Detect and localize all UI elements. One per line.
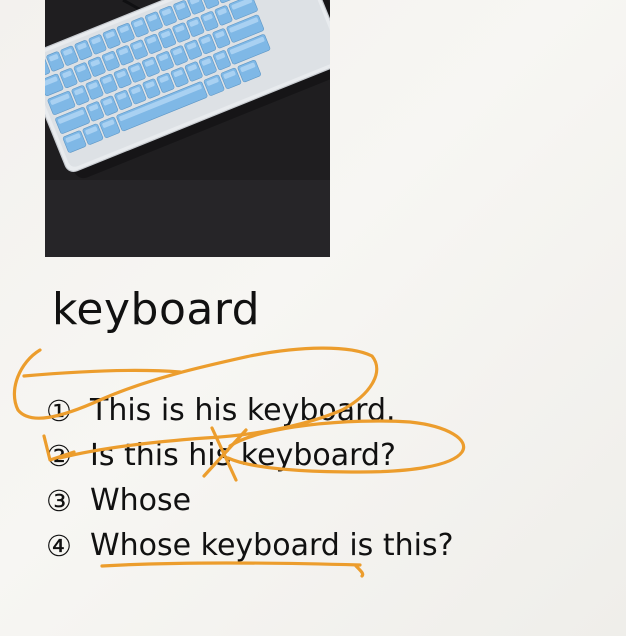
slide: keyboard ① This is his keyboard. ② Is th… <box>0 0 626 636</box>
example-sentence-3: ③ Whose <box>46 478 454 523</box>
example-sentence-list: ① This is his keyboard. ② Is this his ke… <box>46 388 454 568</box>
sentence-text: Is this his keyboard? <box>90 438 396 473</box>
keyboard-illustration <box>45 0 330 257</box>
sentence-text: Whose <box>90 483 192 518</box>
vocabulary-word: keyboard <box>52 284 261 335</box>
sentence-number: ④ <box>46 528 72 563</box>
sentence-number: ② <box>46 438 72 473</box>
sentence-text: This is his keyboard. <box>90 393 396 428</box>
sentence-number: ① <box>46 393 72 428</box>
sentence-text: Whose keyboard is this? <box>90 528 454 563</box>
example-sentence-2: ② Is this his keyboard? <box>46 433 454 478</box>
annotation-scribble <box>22 368 182 378</box>
example-sentence-4: ④ Whose keyboard is this? <box>46 523 454 568</box>
keyboard-photo <box>45 0 330 257</box>
example-sentence-1: ① This is his keyboard. <box>46 388 454 433</box>
sentence-number: ③ <box>46 483 72 518</box>
